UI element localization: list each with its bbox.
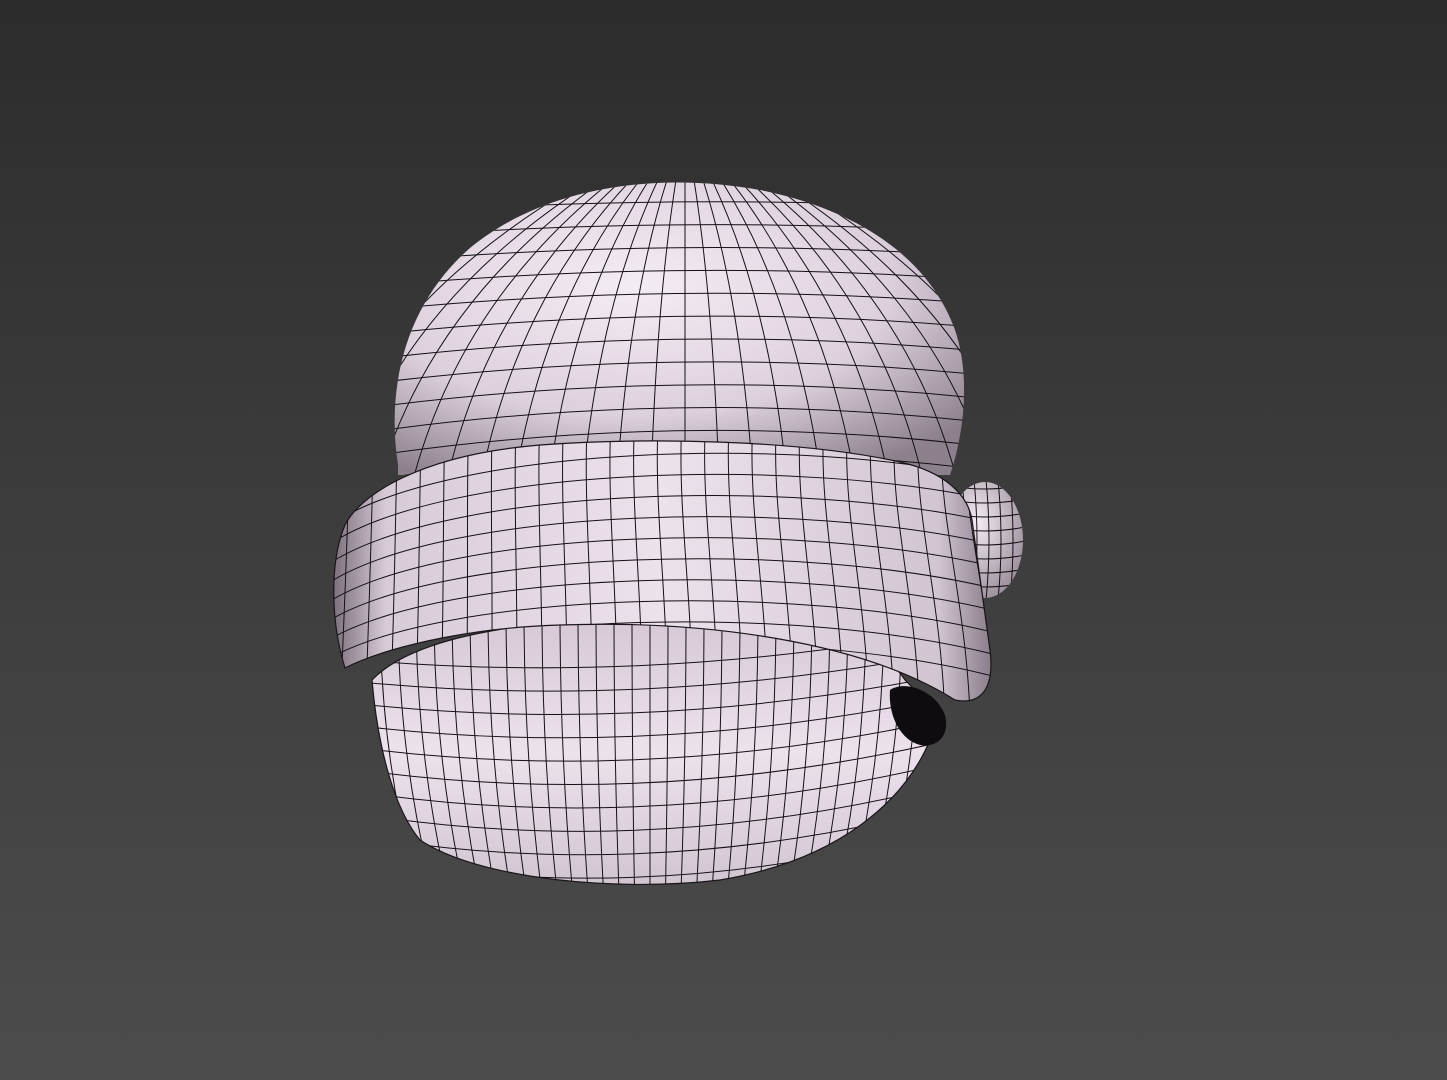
3d-viewport[interactable]: [0, 0, 1447, 1080]
inner-surface: [371, 617, 936, 886]
viewport-canvas[interactable]: [0, 0, 1447, 1080]
